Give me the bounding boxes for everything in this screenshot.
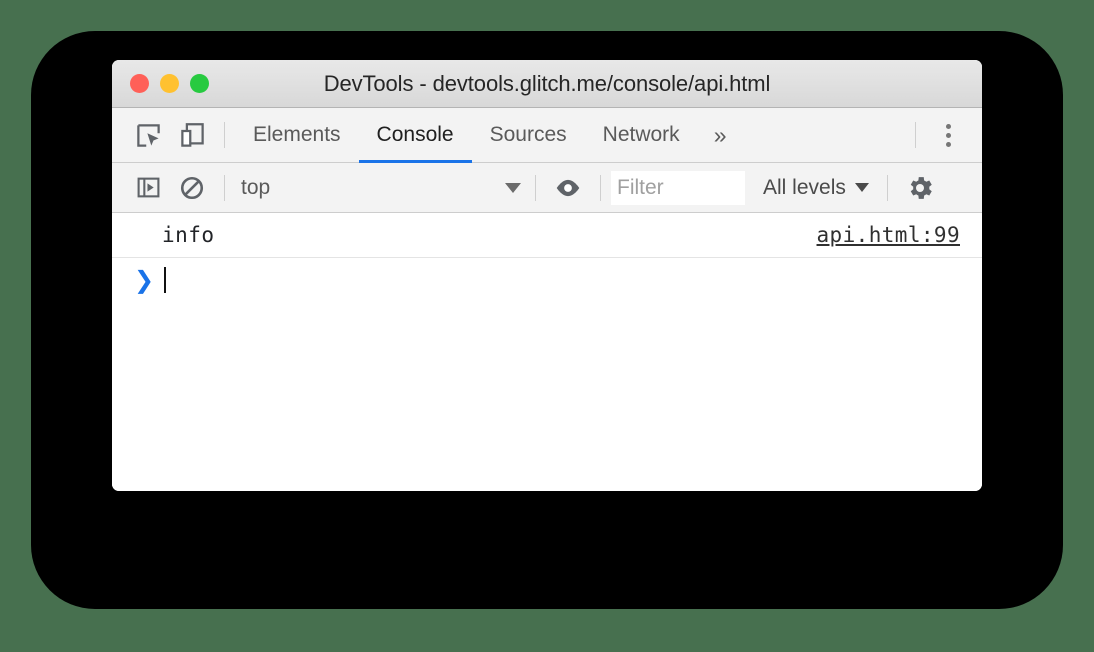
prompt-chevron-icon: ❯ — [134, 265, 155, 294]
maximize-window-button[interactable] — [190, 74, 209, 93]
tabbar-divider-2 — [915, 122, 916, 148]
chevron-down-icon — [854, 183, 869, 192]
traffic-lights — [130, 74, 209, 93]
live-expression-eye-icon[interactable] — [546, 168, 590, 208]
device-toolbar-glyph — [180, 122, 204, 147]
more-vertical-icon[interactable] — [926, 115, 970, 155]
console-message-source-link[interactable]: api.html:99 — [817, 223, 960, 247]
text-cursor — [164, 266, 167, 293]
execution-context-select[interactable]: top — [235, 170, 525, 206]
clear-console-glyph — [180, 176, 204, 199]
devtools-tabbar: Elements Console Sources Network » — [112, 108, 982, 163]
console-toolbar-divider-4 — [886, 174, 888, 201]
execution-context-value: top — [241, 175, 271, 199]
gear-glyph — [910, 176, 932, 199]
window-title: DevTools - devtools.glitch.me/console/ap… — [323, 70, 771, 96]
clear-console-icon[interactable] — [170, 168, 214, 208]
tabbar-divider-1 — [224, 122, 225, 148]
tab-sources-label: Sources — [489, 123, 567, 146]
gear-icon[interactable] — [898, 168, 942, 208]
close-window-button[interactable] — [130, 74, 149, 93]
tab-sources[interactable]: Sources — [472, 108, 585, 162]
chevron-down-icon — [505, 182, 521, 193]
console-prompt-row[interactable]: ❯ — [112, 258, 982, 302]
console-toolbar-divider-2 — [535, 174, 536, 201]
console-toolbar: top All levels — [112, 163, 982, 213]
minimize-window-button[interactable] — [160, 74, 179, 93]
console-message-row[interactable]: info api.html:99 — [112, 213, 982, 258]
devtools-window: DevTools - devtools.glitch.me/console/ap… — [112, 60, 982, 491]
device-toolbar-icon[interactable] — [170, 115, 214, 155]
inspect-element-glyph — [136, 123, 160, 147]
inspect-element-icon[interactable] — [126, 115, 170, 155]
log-levels-select[interactable]: All levels — [763, 176, 869, 200]
console-sidebar-icon[interactable] — [126, 168, 170, 208]
tab-network[interactable]: Network — [585, 108, 698, 162]
tab-console-label: Console — [376, 123, 454, 146]
console-toolbar-divider-3 — [600, 174, 601, 201]
console-toolbar-divider-1 — [224, 174, 225, 201]
double-chevron-right-icon: » — [713, 121, 727, 148]
window-titlebar: DevTools - devtools.glitch.me/console/ap… — [112, 60, 982, 108]
tab-elements-label: Elements — [253, 123, 341, 146]
console-message-list: info api.html:99 ❯ — [112, 213, 982, 491]
tab-overflow-button[interactable]: » — [698, 108, 743, 162]
tab-network-label: Network — [602, 123, 680, 146]
eye-glyph — [556, 179, 580, 196]
console-sidebar-glyph — [137, 177, 159, 198]
console-message-text: info — [162, 223, 215, 247]
tab-console[interactable]: Console — [358, 108, 472, 163]
filter-input[interactable] — [611, 170, 745, 205]
tab-elements[interactable]: Elements — [235, 108, 359, 162]
log-levels-value: All levels — [763, 175, 846, 199]
more-vertical-glyph — [945, 123, 951, 147]
